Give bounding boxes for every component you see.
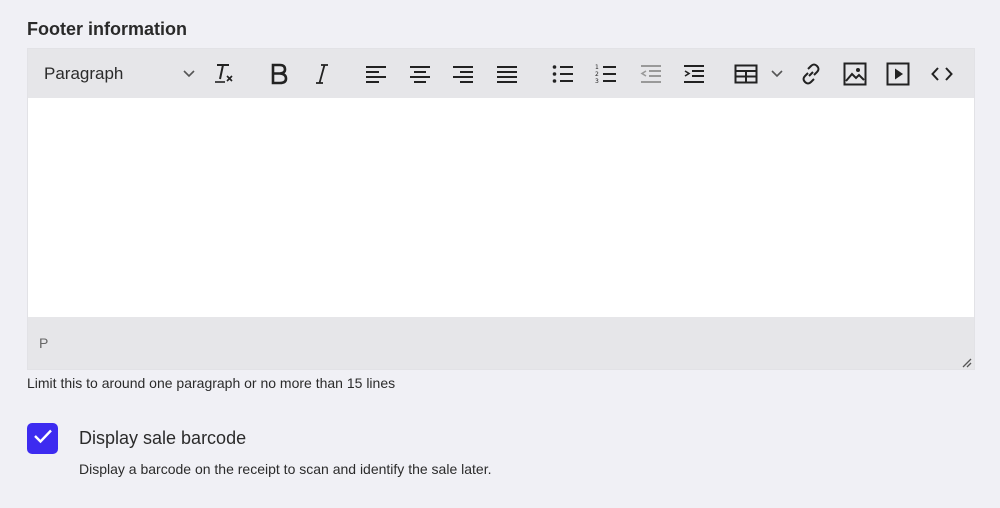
italic-icon (313, 63, 331, 85)
media-button[interactable] (883, 59, 913, 89)
svg-text:3: 3 (595, 78, 599, 85)
indent-icon (683, 64, 705, 84)
svg-text:2: 2 (595, 71, 599, 78)
align-justify-button[interactable] (492, 59, 522, 89)
align-left-icon (365, 64, 387, 84)
align-center-icon (409, 64, 431, 84)
bold-button[interactable] (264, 59, 294, 89)
clear-formatting-button[interactable] (209, 59, 239, 89)
editor-toolbar: Paragraph 1 2 3 (28, 49, 974, 98)
block-format-select[interactable]: Paragraph (44, 59, 196, 89)
element-path[interactable]: P (39, 335, 48, 351)
align-left-button[interactable] (361, 59, 391, 89)
bullet-list-icon (552, 64, 574, 84)
resize-handle-icon[interactable] (960, 355, 972, 368)
display-sale-barcode-label[interactable]: Display sale barcode (79, 428, 246, 449)
chevron-down-icon (182, 69, 196, 79)
media-icon (886, 62, 910, 86)
align-center-button[interactable] (405, 59, 435, 89)
clear-formatting-icon (212, 62, 236, 86)
rich-text-editor: Paragraph 1 2 3 P (27, 48, 975, 370)
helper-text: Limit this to around one paragraph or no… (27, 375, 396, 391)
align-right-icon (452, 64, 474, 84)
bold-icon (269, 63, 289, 85)
editor-content-area[interactable] (28, 98, 974, 317)
numbered-list-icon: 1 2 3 (595, 63, 617, 85)
image-icon (843, 62, 867, 86)
display-sale-barcode-description: Display a barcode on the receipt to scan… (79, 461, 492, 477)
bullet-list-button[interactable] (548, 59, 578, 89)
display-sale-barcode-checkbox[interactable] (27, 423, 58, 454)
source-code-icon (931, 66, 953, 82)
table-icon (734, 64, 758, 84)
indent-button[interactable] (679, 59, 709, 89)
svg-text:1: 1 (595, 64, 599, 71)
align-justify-icon (496, 64, 518, 84)
outdent-button[interactable] (636, 59, 666, 89)
editor-statusbar: P (28, 317, 974, 369)
link-icon (799, 62, 823, 86)
section-title: Footer information (27, 19, 187, 39)
outdent-icon (640, 64, 662, 84)
align-right-button[interactable] (448, 59, 478, 89)
source-code-button[interactable] (927, 59, 957, 89)
link-button[interactable] (796, 59, 826, 89)
numbered-list-button[interactable]: 1 2 3 (591, 59, 621, 89)
chevron-down-icon (770, 69, 784, 79)
table-button[interactable] (734, 59, 784, 89)
checkmark-icon (33, 428, 53, 449)
image-button[interactable] (840, 59, 870, 89)
italic-button[interactable] (307, 59, 337, 89)
block-format-value: Paragraph (44, 64, 124, 83)
